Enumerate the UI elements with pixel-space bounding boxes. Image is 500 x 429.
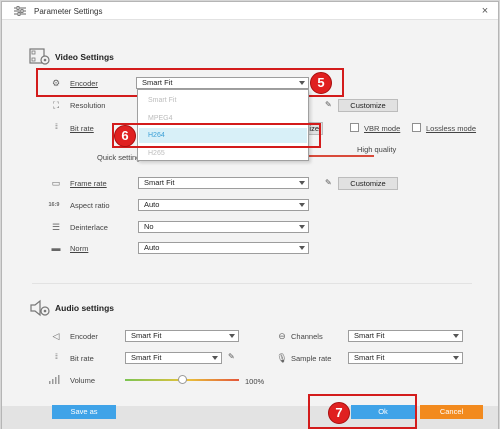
volume-label: Volume bbox=[70, 376, 96, 385]
audio-encoder-dropdown[interactable]: Smart Fit bbox=[125, 330, 239, 342]
audio-bitrate-icon: ⁞⁞ bbox=[55, 354, 58, 361]
audio-bitrate-edit-icon[interactable]: ✎ bbox=[228, 352, 235, 361]
video-settings-icon bbox=[29, 48, 50, 65]
encoder-option-h265[interactable]: H265 bbox=[148, 150, 165, 157]
chevron-down-icon bbox=[453, 356, 459, 360]
channels-icon: ⊖ bbox=[278, 331, 286, 341]
vbr-mode-label[interactable]: VBR mode bbox=[364, 124, 400, 133]
frame-rate-label[interactable]: Frame rate bbox=[70, 179, 107, 188]
audio-bitrate-dropdown[interactable]: Smart Fit bbox=[125, 352, 222, 364]
chevron-down-icon bbox=[299, 225, 305, 229]
norm-dropdown[interactable]: Auto bbox=[138, 242, 309, 254]
audio-bitrate-label: Bit rate bbox=[70, 354, 94, 363]
frame-rate-icon: ▭ bbox=[51, 178, 61, 188]
step6-badge: 6 bbox=[114, 125, 136, 147]
deinterlace-label: Deinterlace bbox=[70, 223, 108, 232]
step5-badge: 5 bbox=[310, 72, 332, 94]
aspect-ratio-label: Aspect ratio bbox=[70, 201, 110, 210]
sample-rate-label: Sample rate bbox=[291, 354, 332, 363]
resolution-label: Resolution bbox=[70, 101, 106, 110]
chevron-down-icon bbox=[299, 181, 305, 185]
frame-rate-dropdown[interactable]: Smart Fit bbox=[138, 177, 309, 189]
audio-encoder-label: Encoder bbox=[70, 332, 98, 341]
deinterlace-dropdown[interactable]: No bbox=[138, 221, 309, 233]
channels-value: Smart Fit bbox=[354, 331, 385, 340]
channels-label: Channels bbox=[291, 332, 323, 341]
step7-highlight bbox=[308, 394, 417, 429]
step7-badge: 7 bbox=[328, 402, 350, 424]
audio-bitrate-value: Smart Fit bbox=[131, 353, 162, 362]
title-bar: Parameter Settings × bbox=[2, 2, 498, 20]
video-bitrate-label: Bit rate bbox=[70, 124, 94, 133]
resolution-edit-icon[interactable]: ✎ bbox=[325, 100, 332, 109]
chevron-down-icon bbox=[299, 203, 305, 207]
aspect-ratio-value: Auto bbox=[144, 200, 160, 209]
close-icon[interactable]: × bbox=[478, 4, 492, 18]
norm-label[interactable]: Norm bbox=[70, 244, 88, 253]
aspect-ratio-dropdown[interactable]: Auto bbox=[138, 199, 309, 211]
audio-settings-icon bbox=[30, 299, 50, 317]
microphone-icon: 🎙 bbox=[276, 353, 288, 363]
volume-bars-icon bbox=[49, 375, 60, 384]
frame-rate-customize-button[interactable]: Customize bbox=[338, 177, 398, 190]
audio-settings-title: Audio settings bbox=[55, 303, 115, 313]
chevron-down-icon bbox=[453, 334, 459, 338]
frame-rate-edit-icon[interactable]: ✎ bbox=[325, 178, 332, 187]
parameter-settings-window: Parameter Settings × Video Settings ⚙ En… bbox=[1, 1, 499, 429]
norm-monitor-icon: ▬ bbox=[51, 243, 61, 253]
audio-encoder-icon: ◁ bbox=[52, 331, 60, 341]
high-quality-label: High quality bbox=[357, 145, 397, 154]
window-title: Parameter Settings bbox=[34, 7, 103, 16]
quick-setting-label: Quick setting bbox=[97, 153, 141, 162]
sample-rate-value: Smart Fit bbox=[354, 353, 385, 362]
cancel-button[interactable]: Cancel bbox=[420, 405, 483, 419]
settings-sliders-icon bbox=[14, 6, 26, 16]
step6-highlight bbox=[112, 123, 321, 148]
norm-value: Auto bbox=[144, 243, 160, 252]
resolution-customize-button[interactable]: Customize bbox=[338, 99, 398, 112]
chevron-down-icon bbox=[229, 334, 235, 338]
resolution-icon: ⛶ bbox=[52, 100, 60, 110]
frame-rate-value: Smart Fit bbox=[144, 178, 175, 187]
encoder-option-smart-fit[interactable]: Smart Fit bbox=[148, 97, 176, 104]
chevron-down-icon bbox=[212, 356, 218, 360]
sample-rate-dropdown[interactable]: Smart Fit bbox=[348, 352, 463, 364]
lossless-mode-label[interactable]: Lossless mode bbox=[426, 124, 476, 133]
volume-value: 100% bbox=[245, 377, 265, 386]
deinterlace-icon: ☰ bbox=[51, 222, 61, 232]
audio-encoder-value: Smart Fit bbox=[131, 331, 162, 340]
deinterlace-value: No bbox=[144, 222, 154, 231]
section-divider bbox=[32, 283, 472, 284]
save-as-button[interactable]: Save as bbox=[52, 405, 116, 419]
quality-slider-track[interactable] bbox=[302, 155, 374, 157]
chevron-down-icon bbox=[299, 246, 305, 250]
lossless-mode-checkbox[interactable] bbox=[412, 123, 421, 132]
encoder-option-mpeg4[interactable]: MPEG4 bbox=[148, 115, 173, 122]
channels-dropdown[interactable]: Smart Fit bbox=[348, 330, 463, 342]
vbr-mode-checkbox[interactable] bbox=[350, 123, 359, 132]
video-settings-title: Video Settings bbox=[55, 52, 114, 62]
aspect-ratio-icon: 16:9 bbox=[48, 202, 60, 208]
bitrate-dots-icon: ⁞⁞ bbox=[55, 124, 58, 131]
volume-slider-thumb[interactable] bbox=[178, 375, 187, 384]
